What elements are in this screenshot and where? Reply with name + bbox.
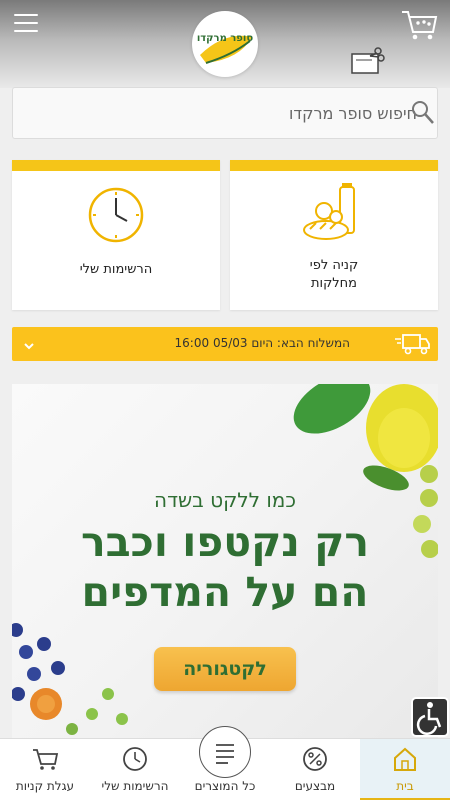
nav-home[interactable]: בית: [360, 739, 450, 800]
chevron-down-icon[interactable]: [23, 337, 35, 356]
top-bar: סופר מרקדו: [0, 0, 450, 88]
nav-deals-label: מבצעים: [294, 779, 336, 793]
hamburger-icon[interactable]: [14, 14, 38, 36]
percent-icon: [301, 745, 329, 777]
truck-icon: [394, 332, 430, 360]
nav-home-label: בית: [396, 779, 414, 793]
nav-cart[interactable]: עגלת קניות: [0, 739, 90, 800]
cart-icon[interactable]: [400, 8, 438, 46]
home-icon: [391, 745, 419, 777]
categories-label-line1: קניה לפי: [309, 258, 359, 273]
nav-my-lists[interactable]: הרשימות שלי: [90, 739, 180, 800]
search-icon[interactable]: [411, 100, 435, 130]
nav-all-products-label: כל המוצרים: [194, 779, 256, 793]
logo-text: סופר מרקדו: [196, 33, 254, 44]
groceries-icon: [302, 183, 366, 249]
nav-all-products[interactable]: כל המוצרים: [180, 739, 270, 800]
nav-deals[interactable]: מבצעים: [270, 739, 360, 800]
my-lists-label: הרשימות שלי: [79, 262, 153, 277]
next-delivery-bar[interactable]: המשלוח הבא: היום 05/03 16:00: [12, 327, 438, 361]
my-lists-card[interactable]: הרשימות שלי: [12, 160, 220, 310]
clock-icon: [121, 745, 149, 777]
logo[interactable]: סופר מרקדו: [192, 11, 258, 77]
categories-card[interactable]: קניה לפי מחלקות: [230, 160, 438, 310]
banner-subtitle: כמו ללקט בשדה: [154, 488, 296, 512]
promo-banner[interactable]: כמו ללקט בשדה רק נקטפו וכבר הם על המדפים…: [12, 384, 438, 738]
next-delivery-text: המשלוח הבא: היום 05/03 16:00: [174, 336, 350, 350]
banner-headline-line1: רק נקטפו וכבר: [80, 518, 370, 566]
bottom-navigation: בית מבצעים כל המוצרים הרשימות שלי עגלת ק…: [0, 726, 450, 800]
coupon-scissors-icon[interactable]: [350, 46, 386, 80]
banner-headline-line2: הם על המדפים: [81, 568, 369, 616]
cart-icon: [31, 745, 59, 777]
nav-my-lists-label: הרשימות שלי: [101, 779, 169, 793]
search-bar: [12, 87, 438, 139]
categories-label-line2: מחלקות: [310, 276, 358, 291]
clock-icon: [86, 185, 146, 249]
search-input[interactable]: [53, 88, 429, 138]
nav-cart-label: עגלת קניות: [15, 779, 75, 793]
accessibility-icon[interactable]: [411, 697, 449, 737]
category-button[interactable]: לקטגוריה: [154, 647, 296, 691]
